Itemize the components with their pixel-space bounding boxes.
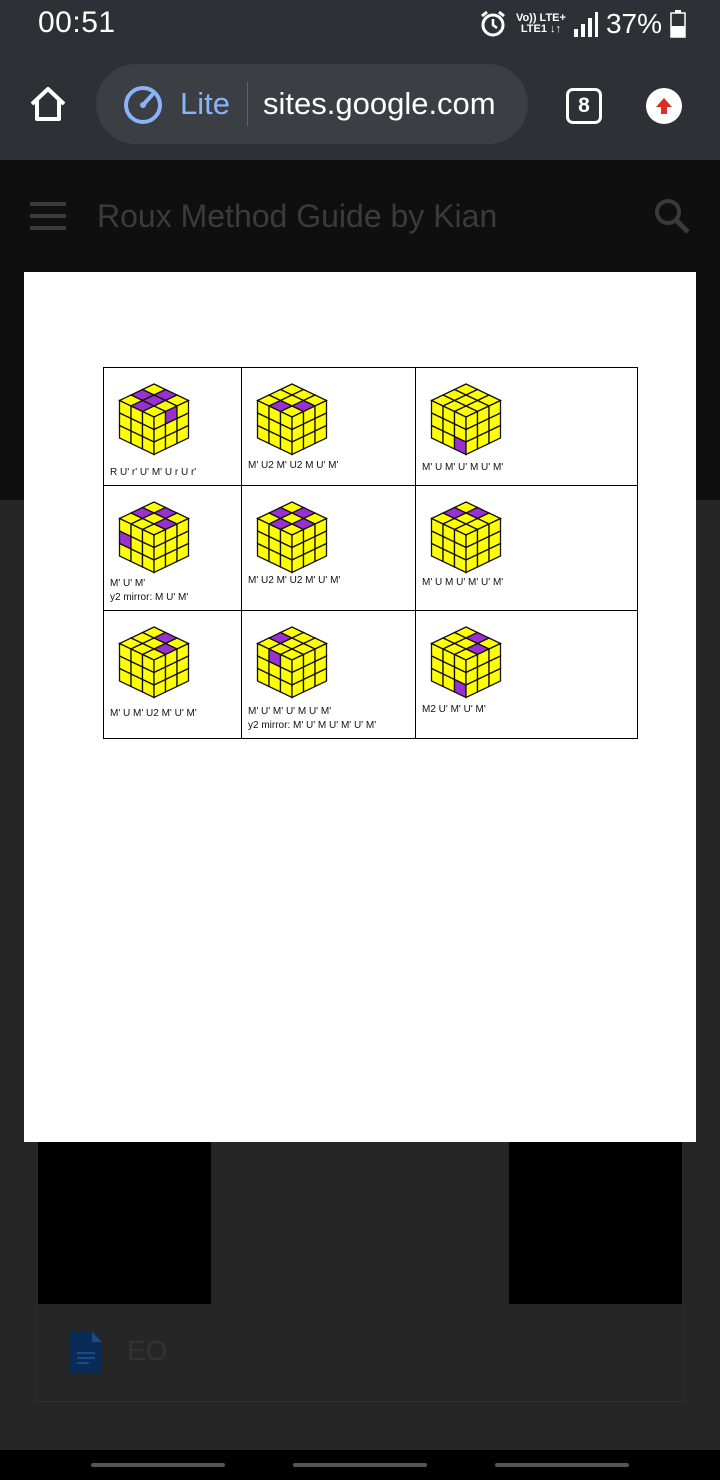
arrow-up-icon (656, 98, 672, 114)
case-cell: M' U' M' U' M U' M' y2 mirror: M' U' M U… (241, 609, 416, 740)
cube-diagram (429, 383, 503, 456)
algorithm-text: M' U M' U2 M' U' M' (110, 707, 197, 719)
cube-diagram (255, 501, 329, 574)
site-header: Roux Method Guide by Kian (0, 160, 720, 272)
url-text[interactable]: sites.google.com (263, 86, 496, 122)
case-cell: M' U M' U2 M' U' M' (103, 609, 242, 740)
algorithm-text: M' U M U' M' U' M' (422, 577, 504, 589)
cube-diagram (429, 625, 503, 699)
case-cell: M' U M' U' M U' M' (415, 366, 638, 487)
system-nav-bar (0, 1450, 720, 1480)
file-name: EO (127, 1335, 168, 1366)
lite-mode-icon[interactable] (122, 84, 164, 126)
case-cell: M' U' M' y2 mirror: M U' M' (103, 485, 242, 611)
image-lightbox[interactable]: R U' r' U' M' U r U r' M' U2 M' U2 M U' … (24, 272, 696, 1142)
document-icon (70, 1332, 102, 1374)
network-bottom: LTE1 ↓↑ (520, 23, 562, 35)
alarm-icon (481, 10, 505, 37)
hamburger-menu-icon[interactable] (30, 202, 66, 230)
status-time: 00:51 (38, 6, 116, 39)
table-row: R U' r' U' M' U r U r' M' U2 M' U2 M U' … (103, 366, 638, 487)
case-cell: M' U M U' M' U' M' (415, 485, 638, 611)
algorithm-text: M' U M' U' M U' M' (422, 462, 504, 473)
site-title: Roux Method Guide by Kian (97, 198, 498, 234)
case-cell: M' U2 M' U2 M' U' M' (241, 485, 416, 611)
table-row: M' U M' U2 M' U' M' M' U' M' U' M U' M' … (103, 609, 638, 740)
cube-diagram (429, 501, 503, 574)
lite-mode-label[interactable]: Lite (180, 86, 230, 122)
thumbnail-card (38, 1142, 211, 1304)
signal-icon (573, 12, 598, 37)
cube-diagram (117, 625, 191, 699)
algorithm-text: M' U2 M' U2 M' U' M' (248, 575, 341, 587)
nav-home-button[interactable] (293, 1463, 427, 1467)
nav-recents-button[interactable] (91, 1463, 225, 1467)
table-row: M' U' M' y2 mirror: M U' M' M' U2 M' U2 … (103, 485, 638, 611)
cube-diagram (117, 501, 191, 574)
algorithm-text: M' U' M' (110, 578, 146, 590)
cube-diagram (255, 383, 329, 456)
algorithm-mirror-text: y2 mirror: M' U' M U' M' U' M' (248, 719, 377, 731)
cube-diagram (255, 625, 329, 699)
address-bar[interactable]: Lite sites.google.com (96, 64, 528, 144)
file-item[interactable]: EO (36, 1304, 684, 1402)
status-bar: 00:51 Vo)) LTE+ LTE1 ↓↑ 37% (0, 0, 720, 48)
status-icons: Vo)) LTE+ LTE1 ↓↑ 37% (478, 6, 686, 42)
browser-toolbar: Lite sites.google.com 8 (0, 48, 720, 160)
update-button[interactable] (646, 88, 682, 124)
tab-switcher-button[interactable]: 8 (566, 88, 602, 124)
home-icon[interactable] (26, 82, 70, 126)
algorithm-text: M2 U' M' U' M' (422, 703, 486, 715)
algorithm-text: M' U' M' U' M U' M' (248, 705, 332, 717)
network-indicator: Vo)) LTE+ LTE1 ↓↑ (516, 13, 566, 35)
cube-diagram (117, 383, 191, 456)
search-icon[interactable] (652, 196, 692, 236)
nav-back-button[interactable] (495, 1463, 629, 1467)
algorithm-text: R U' r' U' M' U r U r' (110, 467, 197, 478)
thumbnail-card (509, 1142, 682, 1304)
case-table: R U' r' U' M' U r U r' M' U2 M' U2 M U' … (103, 366, 638, 740)
case-cell: R U' r' U' M' U r U r' (103, 366, 242, 487)
battery-icon (670, 10, 686, 38)
url-divider (247, 82, 248, 126)
case-cell: M' U2 M' U2 M U' M' (241, 366, 416, 487)
battery-text: 37% (605, 8, 662, 39)
case-cell: M2 U' M' U' M' (415, 609, 638, 740)
algorithm-mirror-text: y2 mirror: M U' M' (110, 592, 189, 604)
algorithm-text: M' U2 M' U2 M U' M' (248, 460, 339, 471)
screen: 00:51 Vo)) LTE+ LTE1 ↓↑ 37% Lite sites.g… (0, 0, 720, 1480)
